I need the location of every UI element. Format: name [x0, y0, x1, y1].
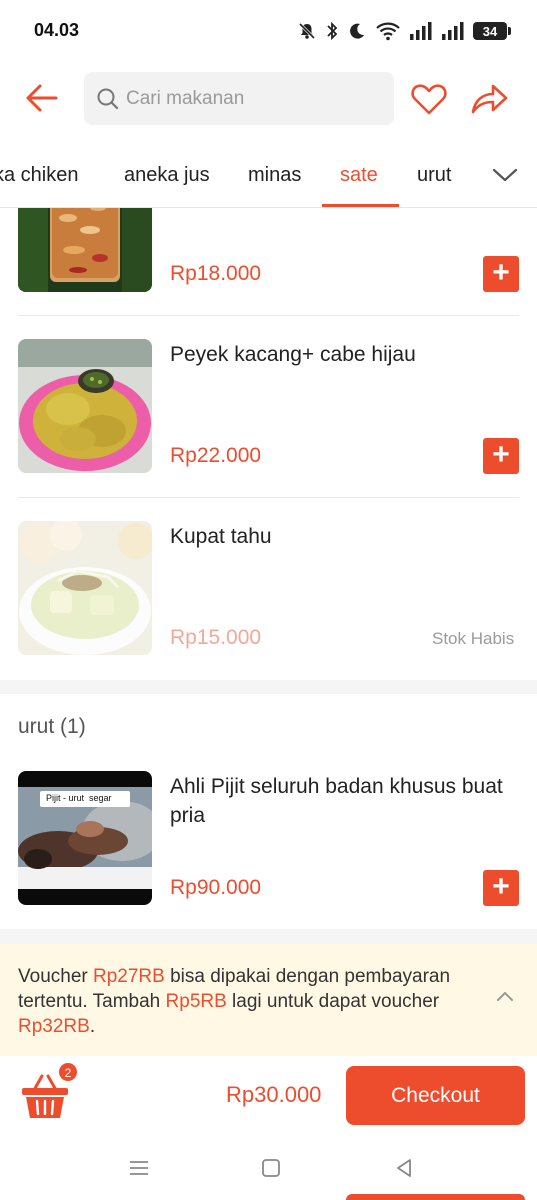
cart-bar: 2 Rp30.000 Checkout: [0, 1056, 537, 1136]
search-box[interactable]: [84, 72, 394, 125]
product-price: Rp15.000: [170, 626, 262, 649]
voucher-amount: Rp27RB: [93, 966, 165, 987]
voucher-banner[interactable]: Voucher Rp27RB bisa dipakai dengan pemba…: [0, 944, 537, 1056]
category-tabs: ka chiken aneka jus minas sate urut: [0, 148, 537, 208]
voucher-text: lagi untuk dapat voucher: [226, 991, 440, 1012]
cart-total: Rp30.000: [226, 1082, 322, 1107]
moon-icon: [350, 23, 364, 39]
header: [0, 60, 537, 138]
image-caption: Pijit - urut segar: [46, 793, 112, 803]
voucher-text: Voucher: [18, 966, 93, 987]
tab-sate[interactable]: sate: [340, 164, 378, 187]
add-to-cart-button[interactable]: +: [483, 870, 519, 906]
product-image: [18, 339, 152, 473]
section-title: urut (1): [18, 715, 86, 738]
product-price: Rp90.000: [170, 876, 262, 899]
signal-icon: [442, 22, 464, 40]
battery-icon: 34: [473, 22, 511, 40]
bluetooth-icon: [327, 21, 338, 41]
tab-minas[interactable]: minas: [248, 164, 301, 187]
status-icons: 34: [297, 18, 511, 44]
tab-aneka-jus[interactable]: aneka jus: [124, 164, 210, 187]
cart-count-badge: 2: [58, 1062, 78, 1082]
divider: [18, 315, 519, 316]
status-bar: 04.03 34: [0, 0, 537, 60]
product-price: Rp22.000: [170, 444, 262, 467]
product-image: Pijit - urut segar: [18, 771, 152, 905]
product-image: [18, 521, 152, 655]
add-to-cart-button[interactable]: +: [483, 438, 519, 474]
menu-icon[interactable]: [127, 1156, 151, 1180]
search-input[interactable]: [126, 87, 386, 110]
divider: [18, 497, 519, 498]
back-icon[interactable]: [392, 1156, 416, 1180]
voucher-text: .: [89, 1016, 96, 1037]
product-name: Peyek kacang+ cabe hijau: [170, 343, 416, 366]
section-separator: [0, 929, 537, 944]
signal-icon: [410, 22, 432, 40]
chevron-up-icon[interactable]: [494, 986, 516, 1008]
stock-status-label: Stok Habis: [432, 629, 515, 648]
home-icon[interactable]: [259, 1156, 283, 1180]
tab-urut[interactable]: urut: [417, 164, 451, 187]
section-separator: [0, 680, 537, 694]
heart-icon[interactable]: [410, 80, 448, 118]
checkout-button-shadow: [346, 1194, 525, 1200]
checkout-button[interactable]: Checkout: [346, 1066, 525, 1125]
chevron-down-icon[interactable]: [490, 160, 520, 190]
product-price: Rp18.000: [170, 262, 262, 285]
wifi-icon: [376, 22, 400, 41]
system-navigation-bar: [0, 1136, 537, 1200]
back-arrow-icon[interactable]: [22, 78, 62, 118]
tab-ka-chiken[interactable]: ka chiken: [0, 164, 79, 187]
mute-icon: [298, 22, 316, 40]
voucher-next-amount: Rp32RB: [18, 1016, 90, 1037]
active-tab-indicator: [322, 204, 399, 207]
share-icon[interactable]: [469, 80, 509, 118]
add-to-cart-button[interactable]: +: [483, 256, 519, 292]
status-time: 04.03: [34, 20, 80, 40]
voucher-needed-amount: Rp5RB: [165, 991, 227, 1012]
product-name: Kupat tahu: [170, 525, 272, 548]
search-icon: [97, 88, 119, 109]
product-name: Ahli Pijit seluruh badan khusus buat pri…: [170, 775, 503, 827]
